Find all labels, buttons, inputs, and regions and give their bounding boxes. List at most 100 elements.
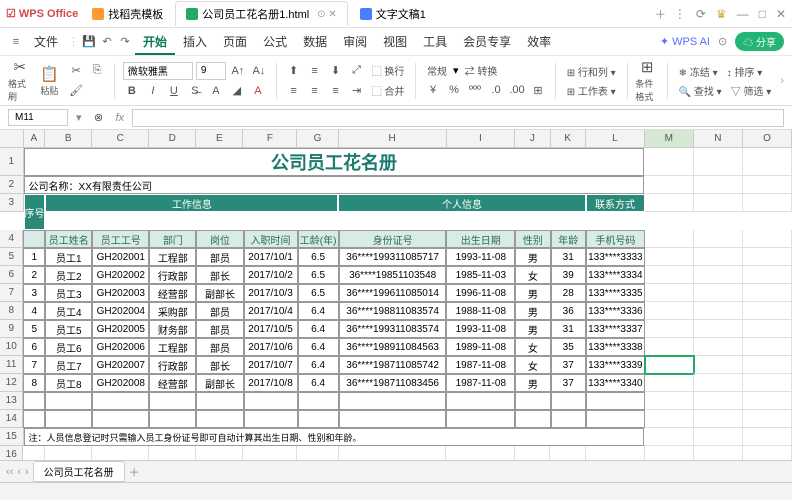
data-cell[interactable]: 2017/10/1	[244, 248, 298, 266]
maximize-button[interactable]: □	[759, 7, 766, 21]
data-cell[interactable]: GH202008	[92, 374, 149, 392]
data-cell[interactable]: GH202007	[92, 356, 149, 374]
decrease-font-icon[interactable]: A↓	[250, 62, 268, 80]
data-cell[interactable]: 6.4	[298, 338, 339, 356]
data-cell[interactable]: 男	[515, 302, 550, 320]
col-header[interactable]: A	[24, 130, 46, 148]
doc-tab[interactable]: 找稻壳模板	[82, 1, 173, 26]
menu-tab[interactable]: 工具	[415, 31, 455, 53]
increase-font-icon[interactable]: A↑	[229, 62, 247, 80]
row-header[interactable]: 10	[0, 338, 23, 356]
data-cell[interactable]: 6.4	[298, 374, 339, 392]
col-header[interactable]: H	[339, 130, 447, 148]
data-cell[interactable]	[586, 410, 645, 428]
data-cell[interactable]: 28	[551, 284, 586, 302]
col-header[interactable]: E	[196, 130, 243, 148]
row-header[interactable]: 7	[0, 284, 23, 302]
data-cell[interactable]	[446, 392, 515, 410]
data-cell[interactable]	[586, 392, 645, 410]
row-header[interactable]: 9	[0, 320, 23, 338]
company-cell[interactable]: 公司名称：XX有限责任公司	[24, 176, 645, 194]
data-cell[interactable]: 133****3339	[586, 356, 645, 374]
menu-hamburger-icon[interactable]: ≡	[8, 34, 24, 50]
cell[interactable]	[694, 148, 743, 176]
data-cell[interactable]: 员工3	[45, 284, 92, 302]
cell[interactable]	[645, 302, 694, 320]
data-cell[interactable]: 6.4	[298, 356, 339, 374]
header-cell[interactable]: 联系方式	[586, 194, 645, 212]
data-cell[interactable]: 133****3338	[586, 338, 645, 356]
menu-tab[interactable]: 公式	[255, 31, 295, 53]
data-cell[interactable]: 员工2	[45, 266, 92, 284]
data-cell[interactable]: 36****198911084563	[339, 338, 447, 356]
col-header[interactable]: N	[694, 130, 743, 148]
data-cell[interactable]: 4	[23, 302, 45, 320]
cell[interactable]	[743, 428, 792, 446]
align-top-icon[interactable]: ⬆	[285, 62, 303, 80]
col-header[interactable]: C	[92, 130, 149, 148]
col-header[interactable]: B	[45, 130, 92, 148]
freeze-button[interactable]: ❄ 冻结 ▾	[676, 63, 721, 80]
row-header[interactable]: 6	[0, 266, 23, 284]
data-cell[interactable]: 行政部	[149, 356, 196, 374]
col-header[interactable]: K	[551, 130, 586, 148]
data-cell[interactable]: 1987-11-08	[446, 356, 515, 374]
header-cell[interactable]: 年龄	[551, 230, 586, 248]
data-cell[interactable]	[149, 410, 196, 428]
doc-tab[interactable]: 文字文稿1	[350, 1, 436, 26]
data-cell[interactable]: 37	[551, 356, 586, 374]
cell[interactable]	[743, 230, 792, 248]
font-color-icon[interactable]: A	[249, 82, 267, 100]
cell[interactable]	[644, 148, 693, 176]
data-cell[interactable]: 采购部	[149, 302, 196, 320]
cell[interactable]	[694, 230, 743, 248]
data-cell[interactable]: 员工8	[45, 374, 92, 392]
doc-tab[interactable]: 公司员工花名册1.html⊙ ✕	[175, 1, 348, 26]
col-header[interactable]: M	[645, 130, 694, 148]
data-cell[interactable]	[92, 410, 149, 428]
cell[interactable]	[645, 320, 694, 338]
header-cell[interactable]: 工作信息	[45, 194, 338, 212]
data-cell[interactable]: 36****19851103548	[339, 266, 447, 284]
data-cell[interactable]: 2017/10/2	[244, 266, 298, 284]
col-header[interactable]: G	[297, 130, 338, 148]
menu-icon[interactable]: ⋮	[674, 7, 686, 21]
cell[interactable]	[645, 266, 694, 284]
data-cell[interactable]	[298, 392, 339, 410]
data-cell[interactable]: 36****198711085742	[339, 356, 447, 374]
cell[interactable]	[694, 356, 743, 374]
typography-icon[interactable]: A	[207, 82, 225, 100]
add-sheet-icon[interactable]: ＋	[129, 464, 140, 480]
cell[interactable]	[694, 374, 743, 392]
data-cell[interactable]	[298, 410, 339, 428]
data-cell[interactable]: 员工7	[45, 356, 92, 374]
cell[interactable]	[694, 266, 743, 284]
data-cell[interactable]: 35	[551, 338, 586, 356]
data-cell[interactable]: 133****3335	[586, 284, 645, 302]
fill-color-icon[interactable]: ◢	[228, 82, 246, 100]
data-cell[interactable]: 36****199311085717	[339, 248, 447, 266]
data-cell[interactable]: 女	[515, 266, 550, 284]
data-cell[interactable]: 1988-11-08	[446, 302, 515, 320]
data-cell[interactable]	[244, 392, 298, 410]
data-cell[interactable]: 副部长	[196, 284, 243, 302]
merge-button[interactable]: ⬚ 合并	[369, 82, 408, 99]
file-menu[interactable]: 文件	[26, 29, 66, 54]
cell[interactable]	[743, 410, 792, 428]
data-cell[interactable]: 部员	[196, 320, 243, 338]
header-cell[interactable]: 员工姓名	[45, 230, 92, 248]
cell[interactable]	[645, 410, 694, 428]
header-cell[interactable]: 工龄(年)	[298, 230, 339, 248]
data-cell[interactable]	[551, 392, 586, 410]
align-center-icon[interactable]: ≡	[306, 82, 324, 100]
brush-icon[interactable]: 🖌	[67, 82, 85, 100]
cell[interactable]	[645, 284, 694, 302]
align-right-icon[interactable]: ≡	[327, 82, 345, 100]
font-family-select[interactable]	[123, 62, 193, 80]
data-cell[interactable]: 1985-11-03	[446, 266, 515, 284]
cond-format-button[interactable]: ⊞条件格式	[635, 61, 659, 101]
format-painter-button[interactable]: ✂格式刷	[8, 61, 32, 101]
underline-icon[interactable]: U	[165, 82, 183, 100]
data-cell[interactable]: 部长	[196, 266, 243, 284]
col-header[interactable]: D	[149, 130, 196, 148]
